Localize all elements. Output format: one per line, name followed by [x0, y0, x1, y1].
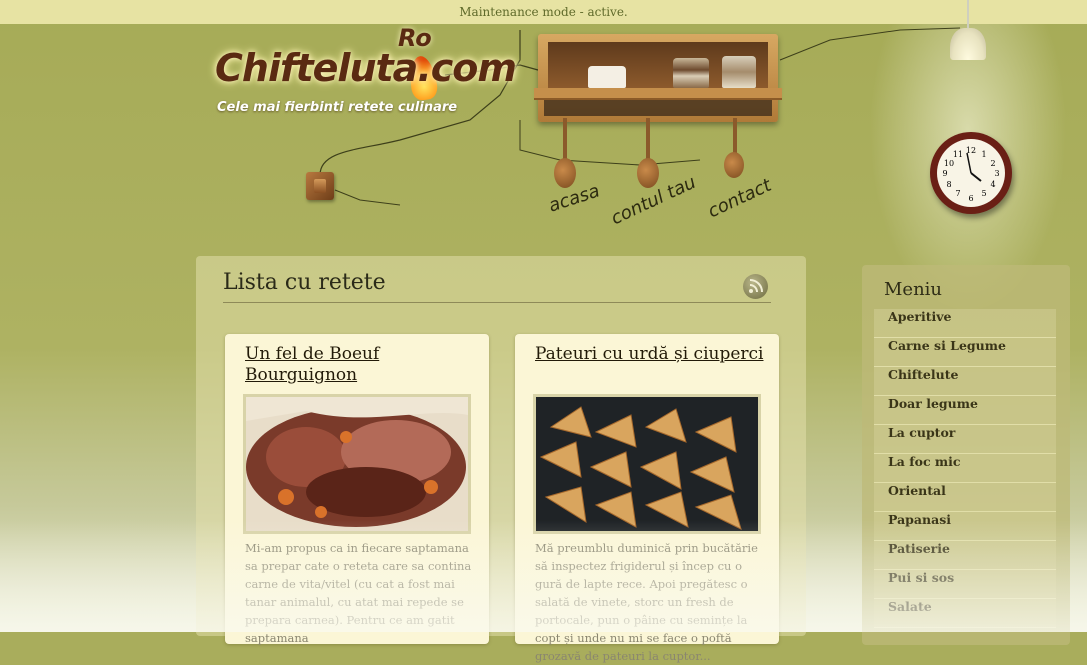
- menu-item-carne-si-legume[interactable]: Carne si Legume: [874, 338, 1056, 367]
- spoon-handle: [646, 118, 650, 162]
- menu-item-doar-legume[interactable]: Doar legume: [874, 396, 1056, 425]
- rss-icon[interactable]: [743, 274, 768, 299]
- page-title: Lista cu retete: [223, 270, 386, 295]
- recipe-photo-pastries: [536, 397, 758, 531]
- site-tagline: Cele mai fierbinti retete culinare: [217, 100, 458, 115]
- lamp-cord: [967, 0, 969, 30]
- menu-item-aperitive[interactable]: Aperitive: [874, 309, 1056, 338]
- clock-dial: 12 1 2 3 4 5 6 7 8 9 10 11: [942, 146, 999, 203]
- jar-icon: [673, 58, 709, 88]
- spoon-icon: [554, 158, 576, 188]
- menu-item-patiserie[interactable]: Patiserie: [874, 541, 1056, 570]
- menu-item-chiftelute[interactable]: Chiftelute: [874, 367, 1056, 396]
- menu-item-pui-si-sos[interactable]: Pui si sos: [874, 570, 1056, 599]
- recipe-card: Un fel de Boeuf Bourguignon Mi-am propus…: [225, 334, 489, 645]
- spoon-icon: [724, 152, 744, 178]
- clock-number: 6: [968, 194, 973, 203]
- light-switch-icon: [306, 172, 334, 200]
- menu-item-salate[interactable]: Salate: [874, 599, 1056, 628]
- clock-number: 1: [981, 150, 986, 159]
- lamp-icon: [950, 28, 986, 60]
- menu-item-la-cuptor[interactable]: La cuptor: [874, 425, 1056, 454]
- clock-number: 9: [942, 169, 947, 178]
- clock-number: 4: [990, 180, 995, 189]
- sidebar-title: Meniu: [884, 279, 943, 300]
- jar-icon: [722, 56, 756, 88]
- logo-suffix: Ro: [398, 24, 432, 52]
- menu-item-oriental[interactable]: Oriental: [874, 483, 1056, 512]
- clock-icon: 12 1 2 3 4 5 6 7 8 9 10 11: [930, 132, 1012, 214]
- recipe-excerpt: Mi-am propus ca in fiecare saptamana sa …: [245, 541, 472, 645]
- recipe-title-link[interactable]: Un fel de Boeuf Bourguignon: [245, 344, 475, 386]
- recipe-image[interactable]: [533, 394, 761, 534]
- spoon-icon: [637, 158, 659, 188]
- clock-number: 8: [946, 180, 951, 189]
- menu-item-papanasi[interactable]: Papanasi: [874, 512, 1056, 541]
- clock-number: 10: [944, 159, 954, 168]
- clock-number: 7: [955, 189, 960, 198]
- clock-number: 2: [990, 159, 995, 168]
- recipe-excerpt: Mă preumblu duminică prin bucătărie să i…: [535, 541, 758, 663]
- shelf-back: [548, 42, 768, 88]
- clock-minute-hand: [966, 152, 972, 174]
- recipe-photo-beef: [246, 397, 468, 531]
- clock-number: 3: [994, 169, 999, 178]
- kitchen-shelf: [534, 34, 782, 122]
- clock-hour-hand: [970, 172, 982, 182]
- shelf-board: [534, 88, 782, 100]
- rss-glyph: [749, 279, 763, 293]
- clock-number: 5: [981, 189, 986, 198]
- recipe-card: Pateuri cu urdă și ciuperci Mă preumblu …: [515, 334, 779, 663]
- clock-number: 11: [953, 150, 963, 159]
- spoon-handle: [563, 118, 567, 162]
- shelf-underside: [544, 100, 772, 116]
- title-divider: [223, 302, 771, 303]
- menu-item-la-foc-mic[interactable]: La foc mic: [874, 454, 1056, 483]
- recipe-image[interactable]: [243, 394, 471, 534]
- recipe-title-link[interactable]: Pateuri cu urdă și ciuperci: [535, 344, 765, 365]
- logo-text: Chifteluta.com: [215, 46, 517, 90]
- category-menu: Aperitive Carne si Legume Chiftelute Doa…: [874, 309, 1056, 628]
- jar-icon: [588, 66, 626, 88]
- clock-face: 12 1 2 3 4 5 6 7 8 9 10 11: [937, 139, 1005, 207]
